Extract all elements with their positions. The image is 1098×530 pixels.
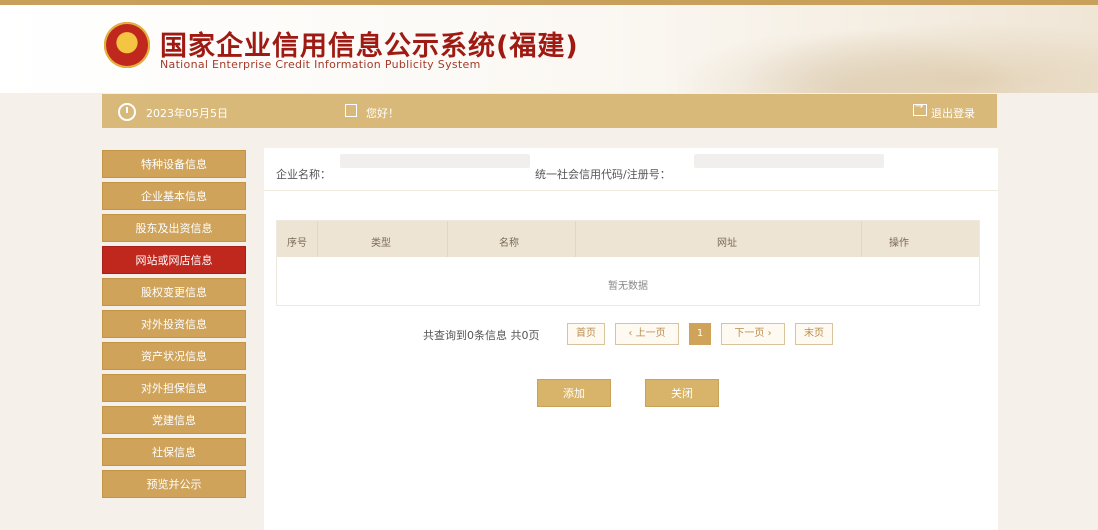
- sidebar-item-assets[interactable]: 资产状况信息: [102, 342, 246, 370]
- user-icon: [345, 104, 357, 117]
- national-emblem-icon: [104, 22, 150, 68]
- logout-icon[interactable]: [913, 101, 927, 116]
- sidebar-item-social-security[interactable]: 社保信息: [102, 438, 246, 466]
- last-page-button[interactable]: 末页: [795, 323, 833, 345]
- add-button[interactable]: 添加: [537, 379, 611, 407]
- column-header: 类型: [371, 238, 391, 249]
- column-header: 名称: [499, 238, 519, 249]
- table-header: 序号 类型 名称 网址 操作: [277, 221, 979, 257]
- empty-state: 暂无数据: [608, 281, 648, 292]
- pagination: 共查询到0条信息 共0页 首页 ‹ 上一页 1 下一页 › 末页: [0, 323, 1098, 345]
- logout-button[interactable]: 退出登录: [931, 105, 975, 121]
- next-page-button[interactable]: 下一页 ›: [721, 323, 785, 345]
- clock-icon: [118, 103, 136, 121]
- column-header: 操作: [889, 238, 909, 249]
- column-header: 网址: [717, 238, 737, 249]
- sidebar-item-shareholders[interactable]: 股东及出资信息: [102, 214, 246, 242]
- sidebar-item-preview-publish[interactable]: 预览并公示: [102, 470, 246, 498]
- column-divider: [575, 221, 576, 257]
- pagination-info: 共查询到0条信息 共0页: [423, 329, 540, 342]
- credit-code-value: [694, 154, 884, 168]
- column-header: 序号: [287, 238, 307, 249]
- company-name-value: [340, 154, 530, 168]
- company-info-row: 企业名称： 统一社会信用代码/注册号：: [264, 148, 998, 191]
- current-date: 2023年05月5日: [146, 107, 228, 120]
- first-page-button[interactable]: 首页: [567, 323, 605, 345]
- sidebar-item-guarantee[interactable]: 对外担保信息: [102, 374, 246, 402]
- column-divider: [317, 221, 318, 257]
- credit-code-label: 统一社会信用代码/注册号：: [535, 168, 671, 181]
- column-divider: [447, 221, 448, 257]
- prev-page-button[interactable]: ‹ 上一页: [615, 323, 679, 345]
- user-greeting: 您好！: [366, 107, 399, 120]
- header-decoration: [678, 5, 1098, 93]
- sidebar-item-website[interactable]: 网站或网店信息: [102, 246, 246, 274]
- sidebar-item-party[interactable]: 党建信息: [102, 406, 246, 434]
- website-table: 序号 类型 名称 网址 操作 暂无数据: [276, 220, 980, 306]
- sidebar-item-equity-change[interactable]: 股权变更信息: [102, 278, 246, 306]
- sidebar-item-basic-info[interactable]: 企业基本信息: [102, 182, 246, 210]
- site-subtitle: National Enterprise Credit Information P…: [160, 58, 481, 71]
- current-page-button[interactable]: 1: [689, 323, 711, 345]
- close-button[interactable]: 关闭: [645, 379, 719, 407]
- company-name-label: 企业名称：: [276, 168, 331, 181]
- sidebar-item-special-equipment[interactable]: 特种设备信息: [102, 150, 246, 178]
- column-divider: [861, 221, 862, 257]
- top-toolbar: 2023年05月5日 您好！ 退出登录: [102, 94, 997, 128]
